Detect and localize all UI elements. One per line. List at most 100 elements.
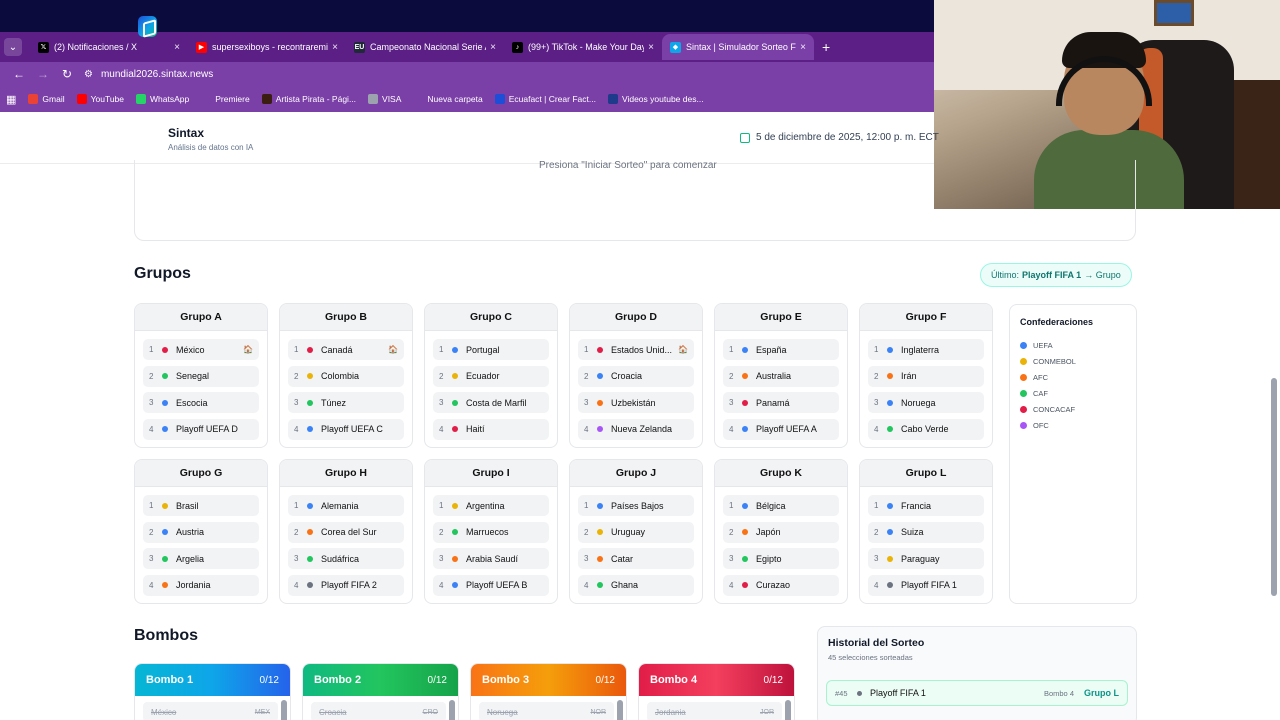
team-slot[interactable]: 4 Playoff UEFA D bbox=[143, 418, 259, 440]
team-slot[interactable]: 2 Croacia bbox=[578, 365, 694, 387]
bookmark-item[interactable]: VISA bbox=[368, 94, 401, 104]
close-tab-icon[interactable]: × bbox=[648, 42, 654, 53]
team-slot[interactable]: 1 Brasil bbox=[143, 495, 259, 516]
team-slot[interactable]: 3 Catar bbox=[578, 548, 694, 569]
reload-icon[interactable]: ↻ bbox=[56, 67, 78, 81]
bookmark-item[interactable]: Artista Pirata - Pági... bbox=[261, 94, 356, 104]
page-scrollbar[interactable] bbox=[1271, 378, 1277, 596]
team-slot[interactable]: 1 Argentina bbox=[433, 495, 549, 516]
visa-icon bbox=[368, 94, 379, 104]
team-name: Cabo Verde bbox=[901, 424, 949, 434]
close-tab-icon[interactable]: × bbox=[332, 42, 338, 53]
slot-number: 4 bbox=[584, 424, 589, 434]
team-slot[interactable]: 3 Egipto bbox=[723, 548, 839, 569]
team-slot[interactable]: 4 Playoff UEFA C bbox=[288, 418, 404, 440]
bookmark-item[interactable]: Nueva carpeta bbox=[413, 94, 483, 104]
pot-scrollbar[interactable] bbox=[449, 700, 455, 720]
slot-number: 4 bbox=[294, 424, 299, 434]
close-tab-icon[interactable]: × bbox=[800, 42, 806, 53]
team-slot[interactable]: 4 Playoff FIFA 2 bbox=[288, 574, 404, 596]
bookmark-item[interactable]: Premiere bbox=[201, 94, 250, 104]
close-tab-icon[interactable]: × bbox=[174, 42, 180, 53]
new-tab-button[interactable]: + bbox=[822, 39, 830, 55]
team-name: Noruega bbox=[901, 397, 936, 408]
bookmark-item[interactable]: Gmail bbox=[28, 94, 65, 104]
team-slot[interactable]: 2 Suiza bbox=[868, 521, 984, 543]
team-slot[interactable]: 3 Paraguay bbox=[868, 548, 984, 569]
omnibox[interactable]: ⚙ mundial2026.sintax.news bbox=[84, 69, 213, 80]
close-tab-icon[interactable]: × bbox=[490, 42, 496, 53]
team-slot[interactable]: 2 Ecuador bbox=[433, 365, 549, 387]
bookmark-item[interactable]: Ecuafact | Crear Fact... bbox=[494, 94, 596, 104]
team-slot[interactable]: 3 Uzbekistán bbox=[578, 392, 694, 413]
team-name: Playoff UEFA A bbox=[756, 424, 817, 434]
team-slot[interactable]: 4 Haití bbox=[433, 418, 549, 440]
team-slot[interactable]: 2 Irán bbox=[868, 365, 984, 387]
forward-icon[interactable]: → bbox=[32, 67, 54, 81]
team-slot[interactable]: 3 Argelia bbox=[143, 548, 259, 569]
sintax-logo-icon[interactable] bbox=[138, 16, 157, 37]
team-slot[interactable]: 3 Costa de Marfil bbox=[433, 392, 549, 413]
team-slot[interactable]: 3 Túnez bbox=[288, 392, 404, 413]
team-slot[interactable]: 1 Canadá 🏠 bbox=[288, 339, 404, 360]
pot-scrollbar[interactable] bbox=[785, 700, 791, 720]
team-slot[interactable]: 2 Australia bbox=[723, 365, 839, 387]
pot-team[interactable]: México MEX bbox=[143, 702, 278, 720]
team-slot[interactable]: 2 Colombia bbox=[288, 365, 404, 387]
team-slot[interactable]: 2 Japón bbox=[723, 521, 839, 543]
pot-team[interactable]: Noruega NOR bbox=[479, 702, 614, 720]
bookmark-item[interactable]: YouTube bbox=[76, 94, 124, 104]
team-slot[interactable]: 3 Panamá bbox=[723, 392, 839, 413]
pot-scrollbar[interactable] bbox=[281, 700, 287, 720]
team-slot[interactable]: 3 Escocia bbox=[143, 392, 259, 413]
browser-tab[interactable]: EU Campeonato Nacional Serie A | × bbox=[346, 34, 504, 60]
team-slot[interactable]: 1 Países Bajos bbox=[578, 495, 694, 516]
browser-tab[interactable]: ♪ (99+) TikTok - Make Your Day × bbox=[504, 34, 662, 60]
apps-icon[interactable]: ▦ bbox=[6, 93, 16, 106]
team-slot[interactable]: 1 España bbox=[723, 339, 839, 360]
team-slot[interactable]: 4 Ghana bbox=[578, 574, 694, 596]
team-slot[interactable]: 1 Francia bbox=[868, 495, 984, 516]
team-slot[interactable]: 4 Playoff FIFA 1 bbox=[868, 574, 984, 596]
team-slot[interactable]: 1 Inglaterra bbox=[868, 339, 984, 360]
confederation-dot bbox=[452, 529, 458, 535]
team-slot[interactable]: 1 Alemania bbox=[288, 495, 404, 516]
team-slot[interactable]: 4 Nueva Zelanda bbox=[578, 418, 694, 440]
browser-tab[interactable]: ▶ supersexiboys - recontraremix × bbox=[188, 34, 346, 60]
team-name: Arabia Saudí bbox=[466, 553, 519, 564]
team-slot[interactable]: 2 Senegal bbox=[143, 365, 259, 387]
bookmark-item[interactable]: WhatsApp bbox=[136, 94, 189, 104]
team-slot[interactable]: 4 Playoff UEFA B bbox=[433, 574, 549, 596]
pot-scrollbar[interactable] bbox=[617, 700, 623, 720]
team-name: Uzbekistán bbox=[611, 397, 656, 408]
confederation-dot bbox=[742, 399, 748, 406]
pot-team[interactable]: Jordania JOR bbox=[647, 702, 782, 720]
team-slot[interactable]: 4 Curazao bbox=[723, 574, 839, 596]
browser-tab[interactable]: ◆ Sintax | Simulador Sorteo FIFA × bbox=[662, 34, 814, 60]
site-info-icon[interactable]: ⚙ bbox=[84, 69, 93, 80]
team-slot[interactable]: 1 Bélgica bbox=[723, 495, 839, 516]
tab-search-button[interactable]: ⌄ bbox=[4, 38, 22, 56]
brand-name[interactable]: Sintax bbox=[168, 126, 204, 140]
team-slot[interactable]: 2 Uruguay bbox=[578, 521, 694, 543]
group-card: Grupo L 1 Francia 2 Suiza 3 Paraguay 4 Playoff F… bbox=[859, 459, 993, 604]
slot-number: 3 bbox=[149, 554, 154, 563]
team-slot[interactable]: 2 Corea del Sur bbox=[288, 521, 404, 543]
team-slot[interactable]: 1 Portugal bbox=[433, 339, 549, 360]
team-slot[interactable]: 1 Estados Unid... 🏠 bbox=[578, 339, 694, 360]
team-slot[interactable]: 2 Austria bbox=[143, 521, 259, 543]
history-entry[interactable]: #45 Playoff FIFA 1 Bombo 4 Grupo L bbox=[826, 680, 1128, 706]
pot-team[interactable]: Croacia CRO bbox=[311, 702, 446, 720]
back-icon[interactable]: ← bbox=[8, 67, 30, 81]
team-slot[interactable]: 3 Noruega bbox=[868, 392, 984, 413]
team-slot[interactable]: 4 Jordania bbox=[143, 574, 259, 596]
team-slot[interactable]: 4 Playoff UEFA A bbox=[723, 418, 839, 440]
bookmark-item[interactable]: Videos youtube des... bbox=[607, 94, 704, 104]
team-slot[interactable]: 1 México 🏠 bbox=[143, 339, 259, 360]
team-slot[interactable]: 3 Arabia Saudí bbox=[433, 548, 549, 569]
team-slot[interactable]: 4 Cabo Verde bbox=[868, 418, 984, 440]
team-slot[interactable]: 3 Sudáfrica bbox=[288, 548, 404, 569]
slot-number: 4 bbox=[149, 580, 154, 590]
browser-tab[interactable]: 𝕏 (2) Notificaciones / X × bbox=[30, 34, 188, 60]
team-slot[interactable]: 2 Marruecos bbox=[433, 521, 549, 543]
